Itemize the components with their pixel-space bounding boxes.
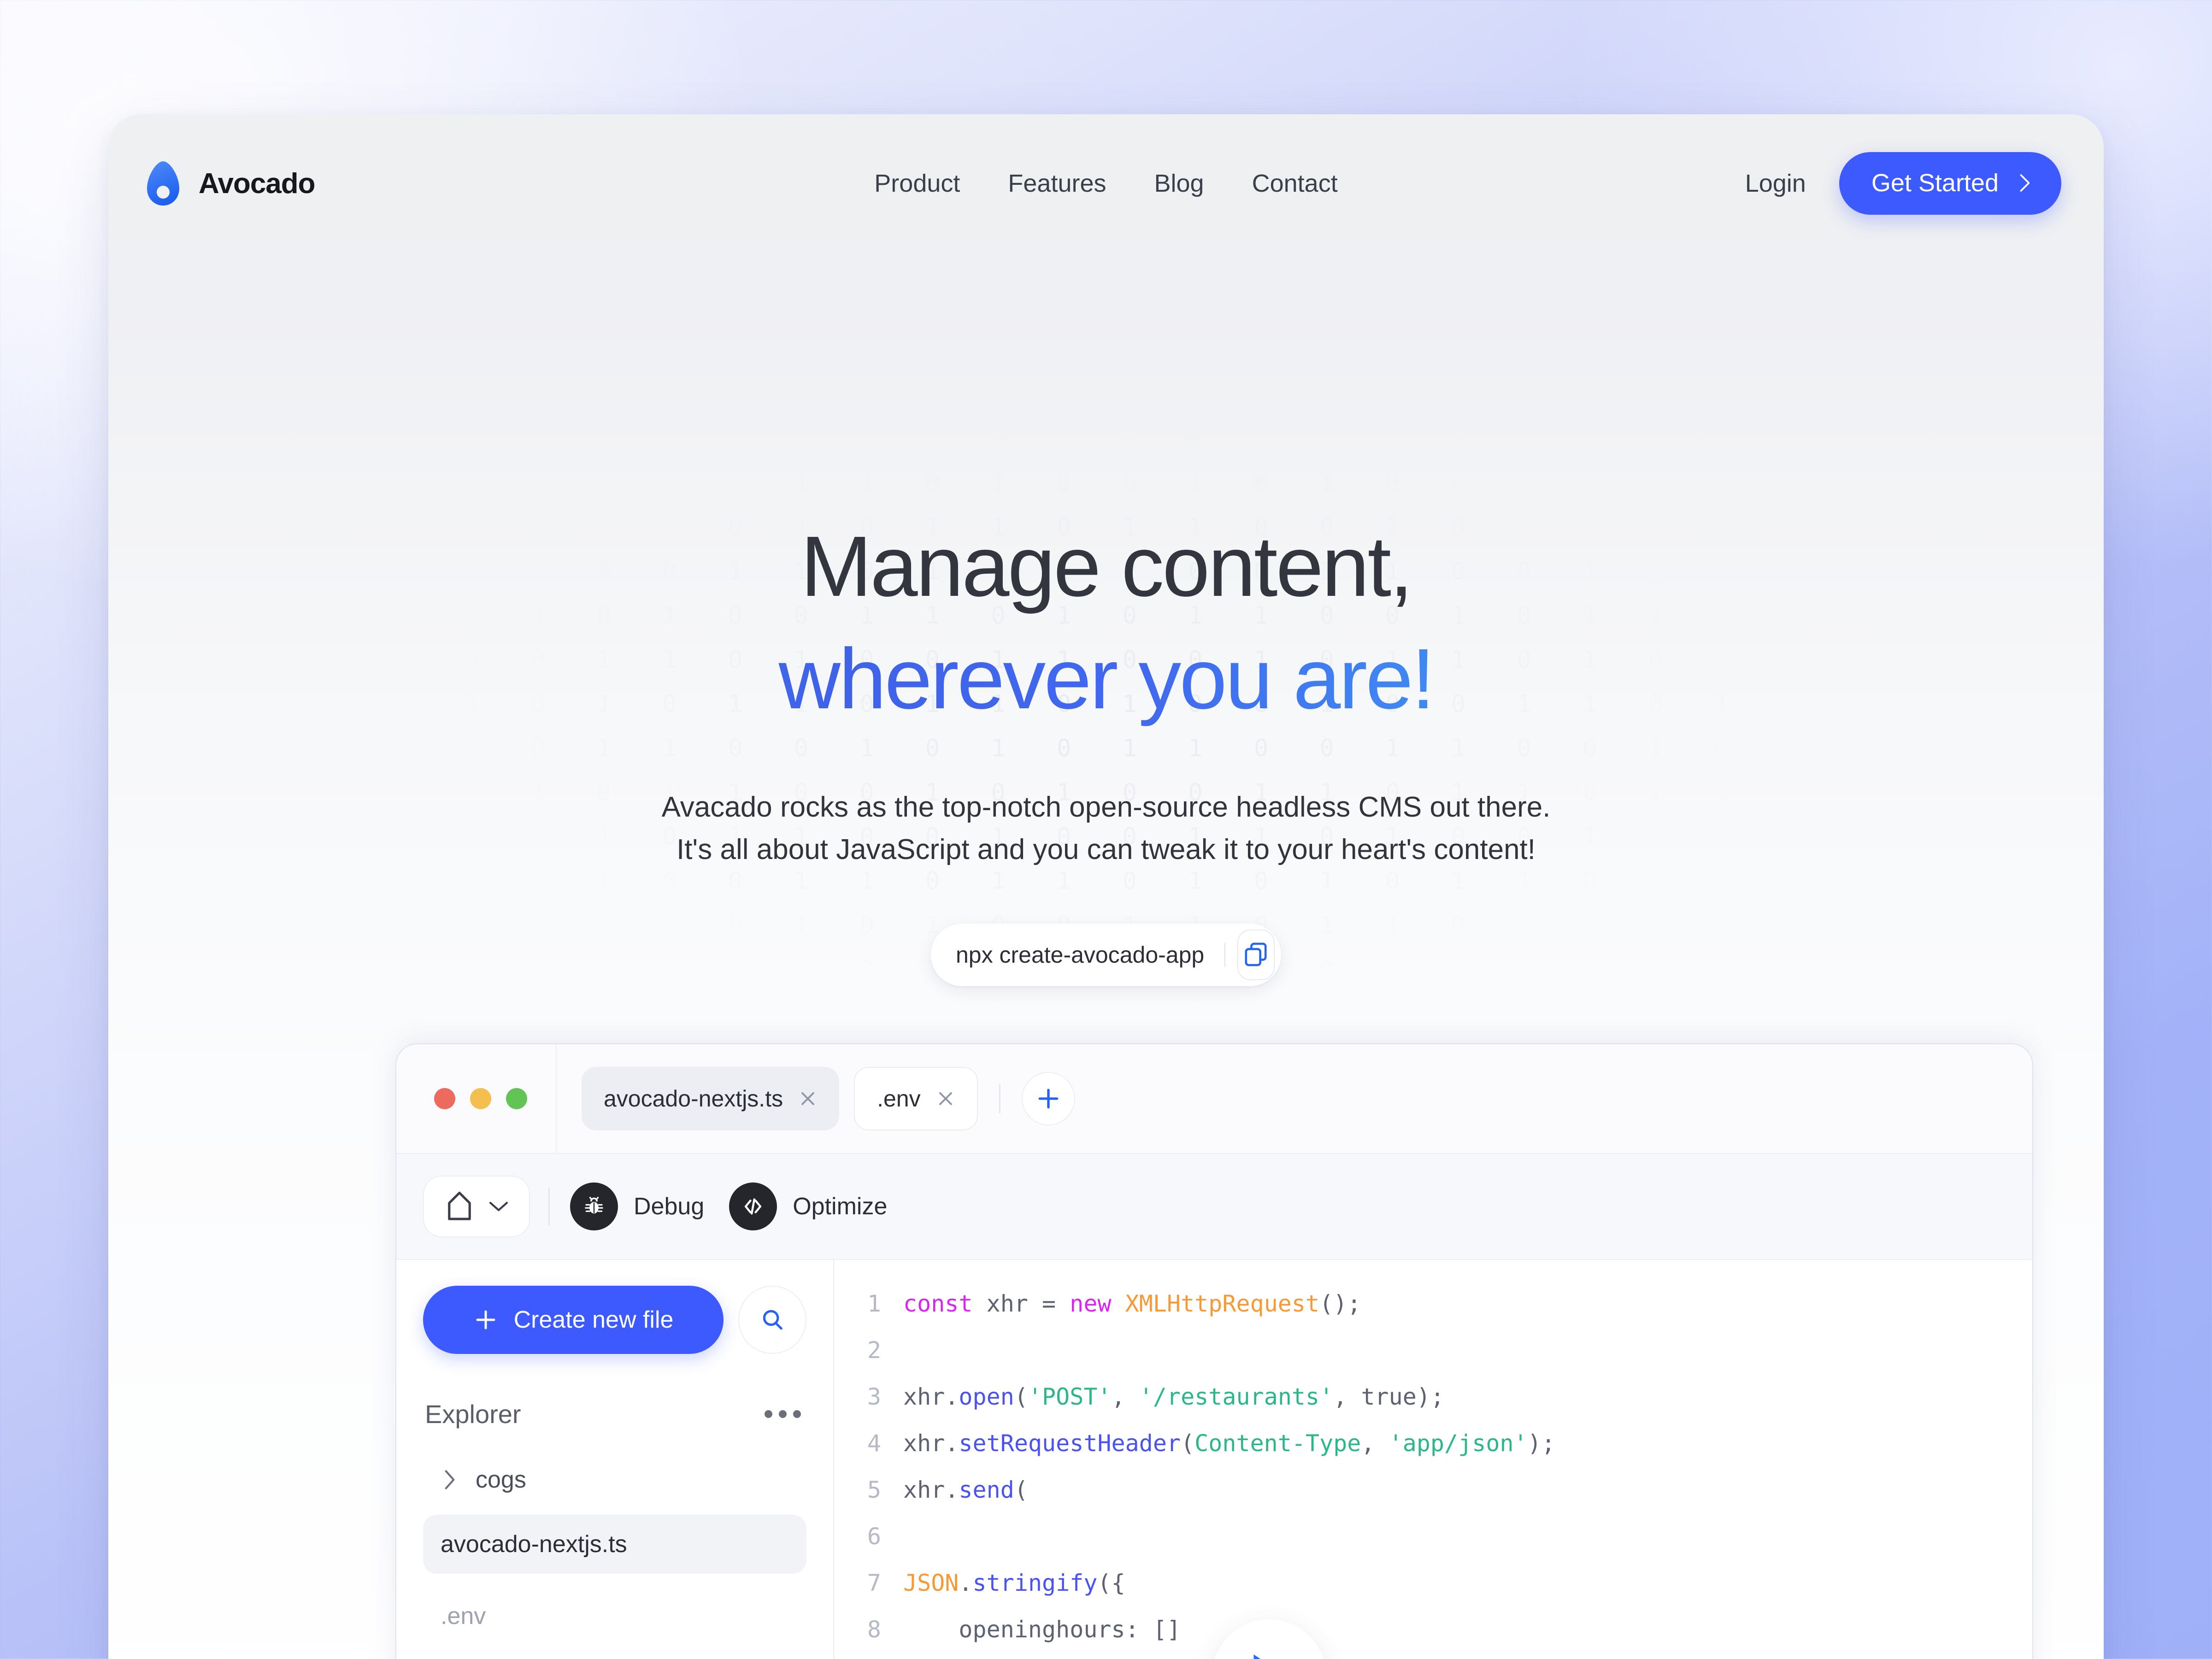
line-number: 3 [867, 1383, 881, 1410]
copy-command-button[interactable] [1237, 930, 1275, 980]
code-brackets-icon [729, 1182, 777, 1230]
chevron-down-icon [489, 1201, 508, 1212]
get-started-button[interactable]: Get Started [1839, 152, 2061, 215]
code-lines: 1 const xhr = new XMLHttpRequest(); 2 3 xhr.… [834, 1290, 2032, 1659]
home-icon [448, 1191, 471, 1220]
editor-tab-env[interactable]: .env [854, 1067, 978, 1130]
file-tree: cogs avocado-nextjs.ts .env [423, 1458, 806, 1646]
hero-title-line2: wherever you are! [108, 623, 2104, 735]
editor-tabs: avocado-nextjs.ts .env [557, 1067, 1075, 1130]
create-new-file-button[interactable]: Create new file [423, 1286, 724, 1354]
play-icon [1253, 1654, 1261, 1659]
line-number: 6 [867, 1523, 881, 1550]
code-editor-window: avocado-nextjs.ts .env Debug Optimize Cr… [396, 1044, 2032, 1659]
code-line-text: const xhr = new XMLHttpRequest(); [903, 1290, 1361, 1317]
code-line-text: xhr.setRequestHeader(Content-Type, 'app/… [903, 1430, 1555, 1457]
hero-subtitle: Avacado rocks as the top-notch open-sour… [108, 786, 2104, 871]
login-link[interactable]: Login [1745, 169, 1806, 198]
plus-icon [1038, 1088, 1058, 1109]
code-line: 6 [834, 1523, 2032, 1570]
file-tree-folder-cogs[interactable]: cogs [423, 1458, 806, 1502]
close-icon[interactable] [799, 1089, 817, 1108]
line-number: 2 [867, 1337, 881, 1364]
brand[interactable]: Avocado [144, 160, 316, 206]
code-line: 7 JSON.stringify({ [834, 1570, 2032, 1616]
code-editor-pane[interactable]: 1 const xhr = new XMLHttpRequest(); 2 3 xhr.… [834, 1260, 2032, 1659]
line-number: 8 [867, 1616, 881, 1643]
code-line-text: openinghours: [] [903, 1616, 1181, 1643]
code-line-text: JSON.stringify({ [903, 1570, 1125, 1596]
avocado-logo-icon [147, 161, 179, 206]
search-icon [763, 1310, 782, 1330]
code-line-text: xhr.send( [903, 1477, 1028, 1503]
hero-subtitle-line1: Avacado rocks as the top-notch open-sour… [661, 791, 1551, 823]
create-new-file-label: Create new file [513, 1306, 674, 1333]
code-line: 3 xhr.open('POST', '/restaurants', true); [834, 1383, 2032, 1430]
hero-title: Manage content, wherever you are! [108, 253, 2104, 735]
file-tree-folder-label: cogs [476, 1466, 526, 1493]
more-horizontal-icon[interactable] [765, 1410, 801, 1418]
header-actions: Login Get Started [1745, 152, 2061, 215]
hero-section: Manage content, wherever you are! Avacad… [108, 253, 2104, 986]
nav-item-product[interactable]: Product [874, 169, 960, 198]
page-card: 1 0 0 1 0 1 1 0 1 0 1 1 0 0 1 0 0 1 0 1 … [108, 114, 2104, 1659]
window-minimize-button[interactable] [470, 1088, 491, 1109]
nav-item-blog[interactable]: Blog [1154, 169, 1204, 198]
code-line: 1 const xhr = new XMLHttpRequest(); [834, 1290, 2032, 1337]
editor-toolbar: Debug Optimize [396, 1154, 2032, 1260]
close-icon[interactable] [936, 1089, 955, 1108]
explorer-header: Explorer [423, 1399, 806, 1429]
code-line: 8 openinghours: [] [834, 1616, 2032, 1659]
line-number: 4 [867, 1430, 881, 1457]
main-nav: Product Features Blog Contact [874, 169, 1337, 198]
divider [1224, 943, 1226, 967]
editor-body: Create new file Explorer cogs avocado-ne… [396, 1260, 2032, 1659]
site-header: Avocado Product Features Blog Contact Lo… [108, 114, 2104, 253]
explorer-title: Explorer [425, 1400, 521, 1429]
nav-item-features[interactable]: Features [1008, 169, 1106, 198]
install-command-pill: npx create-avocado-app [931, 924, 1281, 986]
divider [999, 1084, 1000, 1113]
code-line: 2 [834, 1337, 2032, 1383]
home-dropdown-button[interactable] [423, 1176, 530, 1237]
plus-icon [476, 1310, 495, 1330]
bug-icon [570, 1182, 618, 1230]
hero-subtitle-line2: It's all about JavaScript and you can tw… [676, 834, 1536, 865]
code-line: 5 xhr.send( [834, 1477, 2032, 1523]
window-close-button[interactable] [434, 1088, 455, 1109]
editor-tab-bar: avocado-nextjs.ts .env [396, 1044, 2032, 1154]
editor-tab-label: .env [877, 1086, 921, 1112]
install-command-text: npx create-avocado-app [956, 942, 1205, 968]
new-tab-button[interactable] [1021, 1072, 1075, 1125]
copy-icon [1245, 942, 1267, 966]
optimize-button[interactable]: Optimize [729, 1182, 887, 1230]
line-number: 1 [867, 1290, 881, 1317]
divider [548, 1188, 550, 1225]
code-line: 4 xhr.setRequestHeader(Content-Type, 'app… [834, 1430, 2032, 1477]
editor-tab-avocado-nextjs[interactable]: avocado-nextjs.ts [582, 1067, 840, 1130]
brand-name: Avocado [199, 167, 316, 200]
chevron-right-icon [2020, 174, 2030, 192]
sidebar-actions: Create new file [423, 1286, 806, 1354]
chevron-right-icon [445, 1470, 455, 1489]
search-files-button[interactable] [738, 1286, 806, 1354]
hero-title-line1: Manage content, [800, 519, 1413, 614]
editor-tab-label: avocado-nextjs.ts [604, 1086, 783, 1112]
line-number: 7 [867, 1570, 881, 1596]
get-started-label: Get Started [1871, 169, 1999, 197]
line-number: 5 [867, 1477, 881, 1503]
nav-item-contact[interactable]: Contact [1252, 169, 1338, 198]
window-traffic-lights [396, 1044, 557, 1153]
file-tree-item-avocado-nextjs[interactable]: avocado-nextjs.ts [423, 1515, 806, 1574]
debug-label: Debug [634, 1193, 705, 1220]
file-explorer-sidebar: Create new file Explorer cogs avocado-ne… [396, 1260, 834, 1659]
debug-button[interactable]: Debug [570, 1182, 704, 1230]
window-maximize-button[interactable] [506, 1088, 527, 1109]
optimize-label: Optimize [793, 1193, 888, 1220]
code-line-text: xhr.open('POST', '/restaurants', true); [903, 1383, 1445, 1410]
file-tree-item-env[interactable]: .env [423, 1587, 806, 1646]
